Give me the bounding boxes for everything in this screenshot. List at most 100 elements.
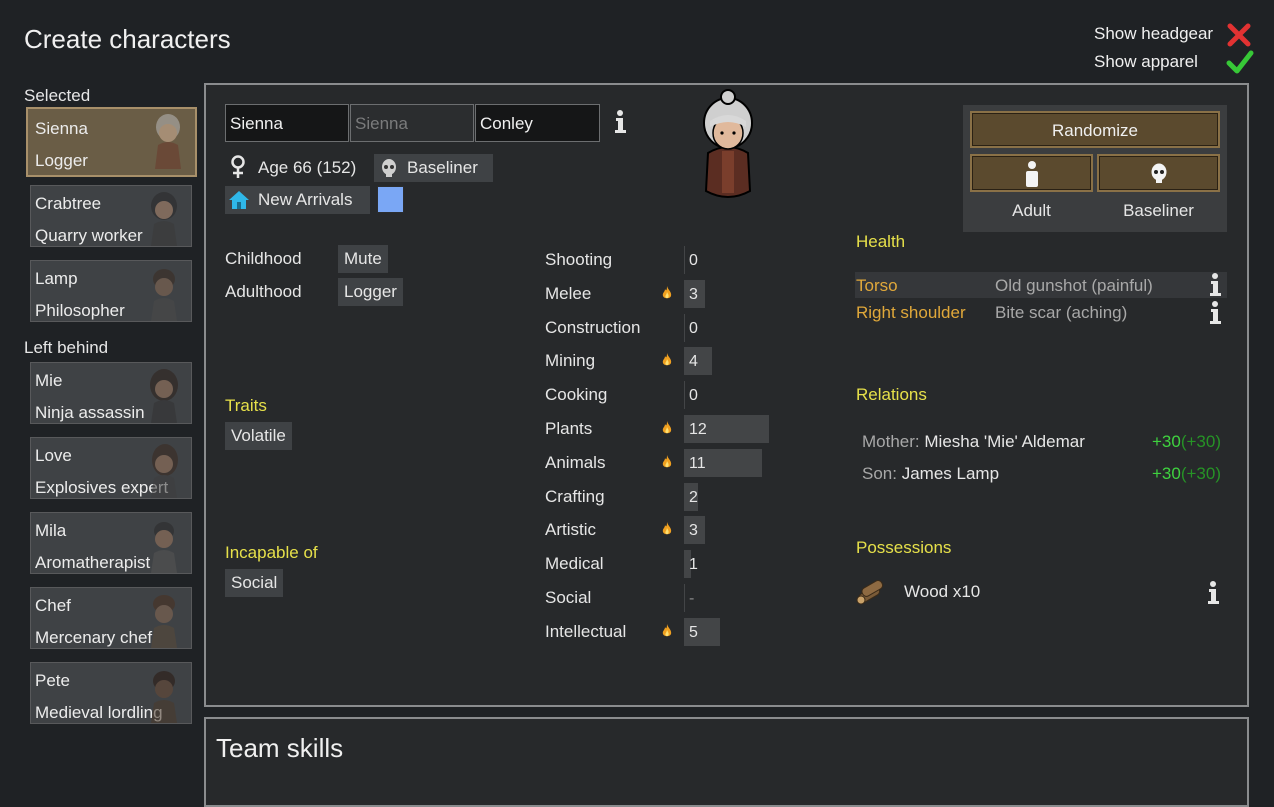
passion-flame-icon [662, 455, 672, 468]
skill-name: Animals [545, 453, 606, 472]
skill-bar[interactable] [684, 381, 685, 409]
childhood-badge[interactable]: Mute [338, 245, 388, 273]
possession-item[interactable]: Wood x10 [904, 582, 980, 602]
show-headgear-label[interactable]: Show headgear [1094, 24, 1213, 44]
relation-row[interactable]: Mother: Miesha 'Mie' Aldemar [862, 432, 1085, 452]
possessions-header: Possessions [856, 538, 952, 557]
passion-flame-icon [662, 353, 672, 366]
pawn-job: Philosopher [35, 301, 125, 320]
skill-name: Mining [545, 351, 596, 370]
skill-name: Plants [545, 419, 593, 438]
pawn-job: Quarry worker [35, 226, 143, 245]
skill-name: Intellectual [545, 622, 627, 641]
selected-header: Selected [24, 86, 91, 105]
nickname-field[interactable]: Sienna [350, 104, 474, 142]
skill-bar[interactable] [684, 314, 685, 342]
skill-value: 4 [689, 353, 698, 370]
pawn-card-mila[interactable]: Mila Aromatherapist [30, 512, 192, 574]
first-name-field[interactable]: Sienna [225, 104, 349, 142]
show-apparel-label[interactable]: Show apparel [1094, 52, 1198, 72]
skill-value: 5 [689, 624, 698, 641]
faction-label: New Arrivals [258, 190, 353, 209]
pawn-card-pete[interactable]: Pete Medieval lordling [30, 662, 192, 724]
wood-icon [856, 579, 884, 605]
skill-name: Construction [545, 318, 641, 337]
left-behind-header: Left behind [24, 338, 109, 357]
pawn-name: Lamp [35, 269, 78, 288]
skill-name: Medical [545, 554, 604, 573]
pawn-name: Chef [35, 596, 71, 615]
info-icon[interactable] [1206, 580, 1220, 606]
pawn-name: Pete [35, 671, 70, 690]
relation-row[interactable]: Son: James Lamp [862, 464, 999, 484]
skill-name: Crafting [545, 487, 605, 506]
health-condition[interactable]: Bite scar (aching) [995, 303, 1127, 323]
skill-value: 0 [689, 387, 698, 404]
skill-bar[interactable] [684, 246, 685, 274]
xenotype-button[interactable] [1097, 154, 1220, 192]
pawn-job: Mercenary chef [35, 628, 153, 647]
relation-opinion: +30(+30) [1152, 464, 1221, 484]
health-condition[interactable]: Old gunshot (painful) [995, 276, 1153, 296]
passion-flame-icon [662, 624, 672, 637]
pawn-portrait-icon [151, 595, 177, 648]
pawn-card-sienna[interactable]: Sienna Logger [26, 107, 197, 177]
skull-icon [1151, 163, 1166, 183]
info-icon[interactable] [1208, 300, 1222, 326]
relation-name: Miesha 'Mie' Aldemar [924, 432, 1085, 451]
pawn-name: Mila [35, 521, 67, 540]
skill-bar[interactable] [684, 584, 685, 612]
pawn-name: Love [35, 446, 72, 465]
page-title: Create characters [24, 24, 231, 54]
incapable-badge[interactable]: Social [225, 569, 284, 597]
pawn-card-crabtree[interactable]: Crabtree Quarry worker [30, 185, 192, 247]
info-icon[interactable] [613, 109, 627, 135]
pawn-job: Aromatherapist [35, 553, 151, 572]
skill-value: 0 [689, 320, 698, 337]
health-header: Health [856, 232, 906, 251]
skill-value: - [689, 590, 695, 607]
adulthood-badge[interactable]: Logger [338, 278, 403, 306]
traits-header: Traits [225, 396, 267, 415]
pawn-name: Crabtree [35, 194, 102, 213]
pawn-card-lamp[interactable]: Lamp Philosopher [30, 260, 192, 322]
skill-name: Cooking [545, 385, 608, 404]
favorite-color-swatch[interactable] [377, 186, 404, 213]
skill-value: 3 [689, 286, 698, 303]
pawn-card-love[interactable]: Love Explosives expert [30, 437, 192, 499]
team-skills-header: Team skills [216, 733, 344, 763]
skill-name: Artistic [545, 520, 596, 539]
adulthood-label: Adulthood [225, 282, 302, 301]
pawn-job: Logger [35, 151, 88, 170]
relations-header: Relations [856, 385, 927, 404]
relation-kind: Mother: [862, 432, 920, 451]
skill-name: Shooting [545, 250, 613, 269]
childhood-label: Childhood [225, 249, 302, 268]
skill-value: 11 [689, 455, 706, 472]
incapable-header: Incapable of [225, 543, 318, 562]
pawn-portrait-icon [150, 369, 178, 423]
skill-value: 12 [689, 421, 707, 438]
pawn-card-mie[interactable]: Mie Ninja assassin [30, 362, 192, 424]
close-icon[interactable] [1226, 22, 1252, 48]
age-label[interactable]: Age 66 (152) [258, 158, 356, 178]
info-icon[interactable] [1208, 272, 1222, 298]
character-portrait-icon [703, 89, 753, 198]
pawn-portrait-icon [155, 114, 181, 169]
trait-badge[interactable]: Volatile [225, 422, 292, 450]
last-name-field[interactable]: Conley [475, 104, 600, 142]
dev-stage-button[interactable] [970, 154, 1093, 192]
pawn-card-chef[interactable]: Chef Mercenary chef [30, 587, 192, 649]
relation-kind: Son: [862, 464, 897, 483]
checkmark-icon[interactable] [1226, 48, 1254, 76]
relation-name: James Lamp [901, 464, 1000, 483]
opinion-value: +30 [1152, 432, 1181, 451]
team-skills-panel [204, 717, 1249, 807]
adult-icon [1025, 161, 1038, 187]
pawn-name: Sienna [35, 119, 88, 138]
xenotype-button-label: Baseliner [1123, 201, 1194, 220]
health-part: Torso [856, 276, 898, 295]
randomize-button[interactable]: Randomize [970, 111, 1220, 148]
pawn-portrait-icon [151, 444, 178, 498]
pawn-job: Ninja assassin [35, 403, 145, 422]
